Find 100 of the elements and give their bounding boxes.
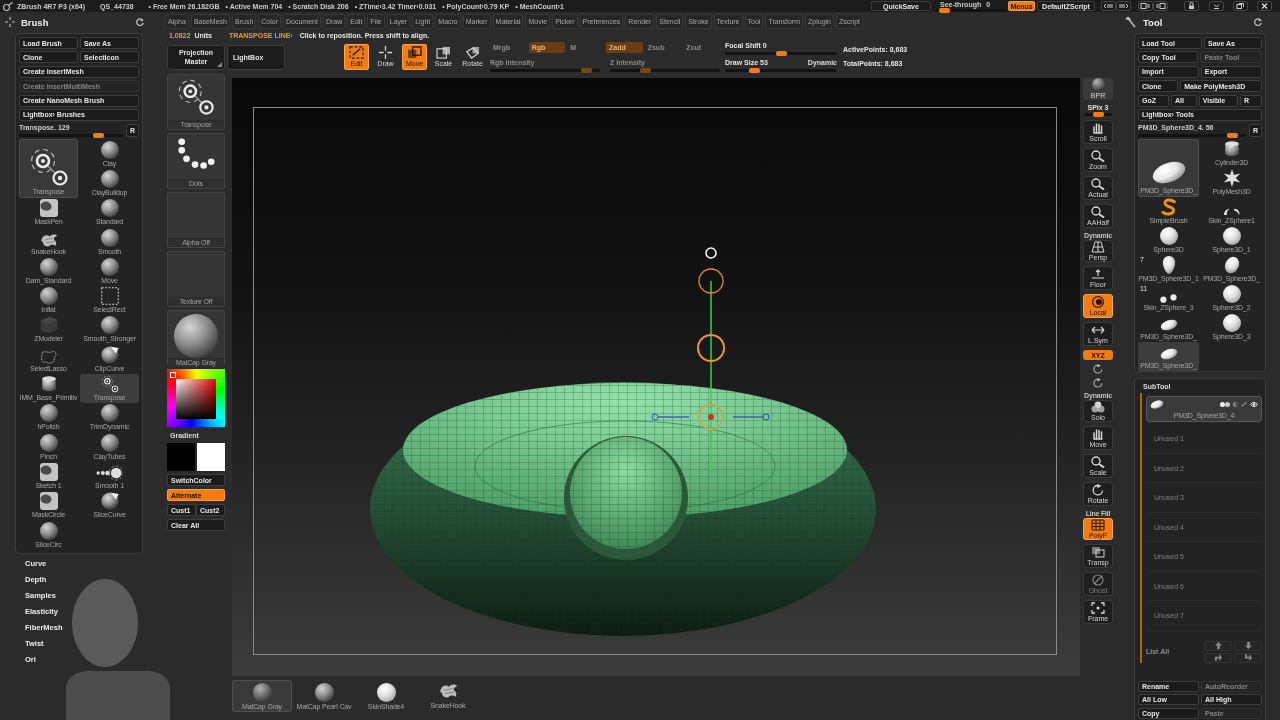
circular-arrow-icon[interactable] [136, 18, 144, 26]
sphere-icon [100, 404, 119, 423]
color-swatch[interactable] [197, 443, 225, 471]
half-circle-icon[interactable] [1233, 402, 1238, 408]
minimize-icon[interactable] [1209, 1, 1224, 11]
bent-arrow-up-icon [1214, 654, 1222, 662]
pencil-square-icon [349, 46, 364, 59]
sphere-icon [39, 521, 58, 540]
arrow-button[interactable] [1204, 652, 1232, 663]
slider-thumb[interactable] [938, 7, 950, 13]
hammer-icon [1124, 16, 1136, 28]
sphere-icon [1159, 227, 1178, 246]
transpose-gizmo-icon [177, 78, 215, 116]
perspective-grid-icon [1091, 240, 1105, 253]
disc-icon [1159, 318, 1178, 333]
frame-icon [1091, 601, 1105, 614]
dots-line-icon [96, 464, 123, 481]
app-logo-icon [3, 1, 13, 11]
arrow-button[interactable] [1204, 640, 1232, 651]
lock-icon[interactable] [1184, 1, 1199, 11]
sphere-icon [39, 433, 58, 452]
target-icon [1091, 295, 1105, 308]
magnifier-icon [1091, 205, 1105, 218]
framed-square-icon [436, 46, 451, 59]
sphere-icon [39, 257, 58, 276]
dock-left-icon[interactable] [1101, 1, 1116, 11]
sphere-icon [100, 257, 119, 276]
rotate-icon[interactable] [1092, 378, 1104, 388]
splash-icon [438, 683, 458, 698]
close-icon[interactable] [1257, 1, 1272, 11]
disc-icon [1159, 347, 1178, 362]
sphere-pair-icon [1159, 294, 1178, 304]
dock-right-icon[interactable] [1116, 1, 1131, 11]
eye-icon[interactable] [1250, 402, 1258, 408]
hand-icon [1091, 121, 1105, 134]
slider-track[interactable] [19, 134, 123, 138]
matcap-sphere-icon [174, 314, 218, 358]
grid-icon [1091, 518, 1105, 531]
star-icon [1222, 169, 1241, 188]
mask-tile-icon [39, 462, 58, 481]
sphere-icon [1222, 314, 1241, 333]
cylinder-icon [1222, 140, 1241, 159]
lasso-icon [39, 349, 58, 364]
magnifier-icon [1091, 455, 1105, 468]
sphere-icon [100, 199, 119, 218]
clipped-sphere-icon [100, 492, 119, 511]
sphere-icon [100, 433, 119, 452]
s-curve-icon [1159, 198, 1178, 217]
sphere-icon [100, 169, 119, 188]
palette-title: Brush [21, 16, 49, 28]
crosshair-icon [378, 46, 393, 59]
slider-thumb[interactable] [775, 51, 787, 56]
circles-icon [1091, 400, 1105, 413]
slider-track[interactable] [1138, 134, 1246, 138]
transpose-gizmo-drawing[interactable] [651, 247, 770, 474]
window-right-icon[interactable] [1153, 1, 1168, 11]
slider-thumb[interactable] [93, 133, 105, 139]
cube-icon [39, 316, 58, 335]
transpose-gizmo-icon [28, 146, 69, 187]
slider-track[interactable] [1084, 113, 1112, 116]
rotate-icon [1091, 483, 1105, 496]
arrow-button[interactable] [1234, 652, 1262, 663]
circular-arrow-icon[interactable] [1254, 18, 1262, 26]
corner-triangle-icon [217, 61, 222, 67]
sphere-icon [1222, 285, 1241, 304]
egg-icon [1222, 256, 1241, 275]
mask-tile-icon [39, 492, 58, 511]
floor-icon [1091, 267, 1105, 280]
magnifier-icon [1091, 149, 1105, 162]
bent-arrow-down-icon [1244, 654, 1252, 662]
magnifier-icon [1091, 177, 1105, 190]
color-swatch[interactable] [167, 443, 195, 471]
slider-thumb[interactable] [1227, 133, 1239, 139]
sphere-icon [1091, 78, 1105, 91]
sphere-icon [39, 404, 58, 423]
clipped-sphere-icon [100, 345, 119, 364]
slashed-circle-icon [1091, 573, 1105, 586]
restore-icon[interactable] [1233, 1, 1248, 11]
sphere-icon [100, 228, 119, 247]
palette-title: Tool [1143, 16, 1163, 28]
hand-icon [1091, 427, 1105, 440]
sphere-icon [100, 316, 119, 335]
disc-icon [1150, 399, 1164, 411]
mask-tile-icon [39, 199, 58, 218]
splash-icon [39, 232, 58, 247]
overlap-squares-icon [1091, 545, 1105, 558]
brush-stroke-icon[interactable] [1241, 402, 1247, 408]
slider-thumb[interactable] [1093, 112, 1105, 117]
sphere-icon [39, 287, 58, 306]
circle-pair-icon[interactable] [1220, 402, 1230, 408]
sphere-icon [376, 683, 396, 702]
cylinder-icon [39, 375, 58, 393]
arrow-button[interactable] [1234, 640, 1262, 651]
window-left-icon[interactable] [1138, 1, 1153, 11]
sphere-icon [314, 683, 334, 702]
sphere-icon [1222, 227, 1241, 246]
slider-thumb[interactable] [749, 68, 761, 73]
head-model-icon [1161, 256, 1176, 275]
rotate-icon[interactable] [1092, 364, 1104, 374]
color-picker[interactable] [167, 369, 225, 427]
